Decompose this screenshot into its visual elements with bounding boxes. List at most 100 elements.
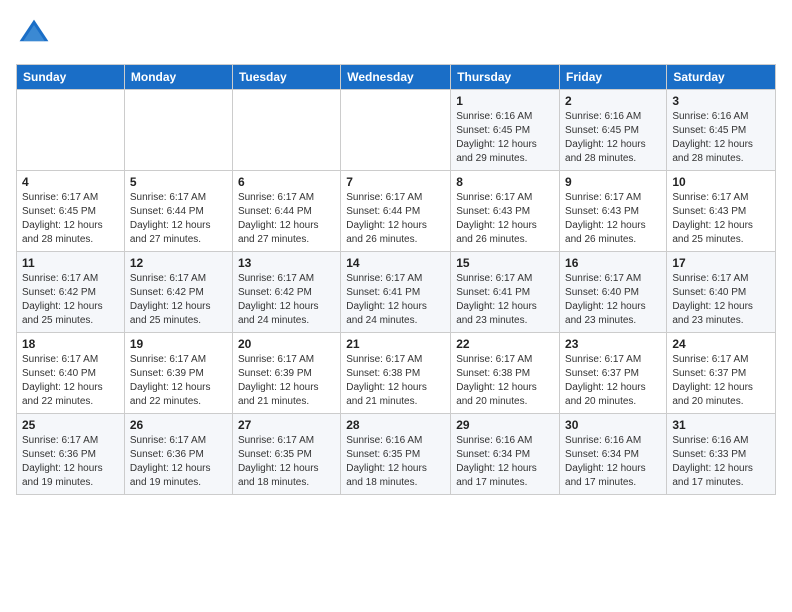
day-number: 20 bbox=[238, 337, 335, 351]
day-info: Sunrise: 6:17 AM Sunset: 6:38 PM Dayligh… bbox=[456, 353, 554, 409]
day-info: Sunrise: 6:17 AM Sunset: 6:42 PM Dayligh… bbox=[22, 272, 119, 328]
calendar-cell: 11 Sunrise: 6:17 AM Sunset: 6:42 PM Dayli… bbox=[17, 252, 125, 333]
day-number: 22 bbox=[456, 337, 554, 351]
calendar-cell: 18 Sunrise: 6:17 AM Sunset: 6:40 PM Dayli… bbox=[17, 333, 125, 414]
day-info: Sunrise: 6:17 AM Sunset: 6:41 PM Dayligh… bbox=[346, 272, 445, 328]
day-info: Sunrise: 6:16 AM Sunset: 6:34 PM Dayligh… bbox=[565, 434, 661, 490]
calendar-cell: 1 Sunrise: 6:16 AM Sunset: 6:45 PM Daylig… bbox=[451, 90, 560, 171]
day-info: Sunrise: 6:17 AM Sunset: 6:44 PM Dayligh… bbox=[238, 191, 335, 247]
calendar-cell: 20 Sunrise: 6:17 AM Sunset: 6:39 PM Dayli… bbox=[232, 333, 340, 414]
day-number: 7 bbox=[346, 175, 445, 189]
day-info: Sunrise: 6:16 AM Sunset: 6:45 PM Dayligh… bbox=[456, 110, 554, 166]
calendar-cell: 3Sunrise: 6:16 AM Sunset: 6:45 PM Daylig… bbox=[667, 90, 776, 171]
day-number: 10 bbox=[672, 175, 770, 189]
calendar-week-4: 18 Sunrise: 6:17 AM Sunset: 6:40 PM Dayli… bbox=[17, 333, 776, 414]
day-number: 17 bbox=[672, 256, 770, 270]
day-number: 21 bbox=[346, 337, 445, 351]
day-number: 9 bbox=[565, 175, 661, 189]
day-number: 8 bbox=[456, 175, 554, 189]
day-number: 18 bbox=[22, 337, 119, 351]
col-header-sunday: Sunday bbox=[17, 65, 125, 90]
day-info: Sunrise: 6:17 AM Sunset: 6:40 PM Dayligh… bbox=[565, 272, 661, 328]
day-number: 30 bbox=[565, 418, 661, 432]
day-info: Sunrise: 6:17 AM Sunset: 6:36 PM Dayligh… bbox=[22, 434, 119, 490]
day-number: 26 bbox=[130, 418, 227, 432]
day-info: Sunrise: 6:17 AM Sunset: 6:43 PM Dayligh… bbox=[565, 191, 661, 247]
calendar-cell: 24 Sunrise: 6:17 AM Sunset: 6:37 PM Dayli… bbox=[667, 333, 776, 414]
day-info: Sunrise: 6:16 AM Sunset: 6:35 PM Dayligh… bbox=[346, 434, 445, 490]
col-header-wednesday: Wednesday bbox=[341, 65, 451, 90]
calendar-cell: 28 Sunrise: 6:16 AM Sunset: 6:35 PM Dayli… bbox=[341, 414, 451, 495]
day-info: Sunrise: 6:17 AM Sunset: 6:43 PM Dayligh… bbox=[456, 191, 554, 247]
calendar-header-row: SundayMondayTuesdayWednesdayThursdayFrid… bbox=[17, 65, 776, 90]
calendar-cell bbox=[124, 90, 232, 171]
calendar-cell: 8 Sunrise: 6:17 AM Sunset: 6:43 PM Daylig… bbox=[451, 171, 560, 252]
day-number: 11 bbox=[22, 256, 119, 270]
calendar-cell bbox=[17, 90, 125, 171]
day-number: 4 bbox=[22, 175, 119, 189]
day-info: Sunrise: 6:17 AM Sunset: 6:40 PM Dayligh… bbox=[22, 353, 119, 409]
day-number: 1 bbox=[456, 94, 554, 108]
day-info: Sunrise: 6:17 AM Sunset: 6:42 PM Dayligh… bbox=[130, 272, 227, 328]
col-header-thursday: Thursday bbox=[451, 65, 560, 90]
calendar-cell: 30 Sunrise: 6:16 AM Sunset: 6:34 PM Dayli… bbox=[560, 414, 667, 495]
calendar-cell: 16Sunrise: 6:17 AM Sunset: 6:40 PM Dayli… bbox=[560, 252, 667, 333]
day-info: Sunrise: 6:17 AM Sunset: 6:40 PM Dayligh… bbox=[672, 272, 770, 328]
calendar-cell: 29Sunrise: 6:16 AM Sunset: 6:34 PM Dayli… bbox=[451, 414, 560, 495]
day-info: Sunrise: 6:17 AM Sunset: 6:39 PM Dayligh… bbox=[238, 353, 335, 409]
day-number: 6 bbox=[238, 175, 335, 189]
calendar-cell: 15 Sunrise: 6:17 AM Sunset: 6:41 PM Dayli… bbox=[451, 252, 560, 333]
calendar-cell: 13 Sunrise: 6:17 AM Sunset: 6:42 PM Dayli… bbox=[232, 252, 340, 333]
logo bbox=[16, 16, 56, 52]
day-info: Sunrise: 6:17 AM Sunset: 6:42 PM Dayligh… bbox=[238, 272, 335, 328]
calendar-cell: 10Sunrise: 6:17 AM Sunset: 6:43 PM Dayli… bbox=[667, 171, 776, 252]
day-number: 27 bbox=[238, 418, 335, 432]
col-header-monday: Monday bbox=[124, 65, 232, 90]
page: SundayMondayTuesdayWednesdayThursdayFrid… bbox=[0, 0, 792, 511]
day-info: Sunrise: 6:17 AM Sunset: 6:37 PM Dayligh… bbox=[565, 353, 661, 409]
calendar-cell: 2 Sunrise: 6:16 AM Sunset: 6:45 PM Daylig… bbox=[560, 90, 667, 171]
calendar-week-2: 4 Sunrise: 6:17 AM Sunset: 6:45 PM Daylig… bbox=[17, 171, 776, 252]
calendar-cell: 22 Sunrise: 6:17 AM Sunset: 6:38 PM Dayli… bbox=[451, 333, 560, 414]
day-number: 3 bbox=[672, 94, 770, 108]
day-number: 13 bbox=[238, 256, 335, 270]
day-number: 19 bbox=[130, 337, 227, 351]
calendar-cell: 19 Sunrise: 6:17 AM Sunset: 6:39 PM Dayli… bbox=[124, 333, 232, 414]
day-number: 14 bbox=[346, 256, 445, 270]
day-info: Sunrise: 6:17 AM Sunset: 6:41 PM Dayligh… bbox=[456, 272, 554, 328]
calendar-cell: 14 Sunrise: 6:17 AM Sunset: 6:41 PM Dayli… bbox=[341, 252, 451, 333]
day-info: Sunrise: 6:17 AM Sunset: 6:44 PM Dayligh… bbox=[346, 191, 445, 247]
calendar-week-5: 25 Sunrise: 6:17 AM Sunset: 6:36 PM Dayli… bbox=[17, 414, 776, 495]
calendar-cell: 4 Sunrise: 6:17 AM Sunset: 6:45 PM Daylig… bbox=[17, 171, 125, 252]
calendar-cell: 27 Sunrise: 6:17 AM Sunset: 6:35 PM Dayli… bbox=[232, 414, 340, 495]
day-number: 12 bbox=[130, 256, 227, 270]
calendar-cell: 12 Sunrise: 6:17 AM Sunset: 6:42 PM Dayli… bbox=[124, 252, 232, 333]
calendar-cell bbox=[232, 90, 340, 171]
calendar-cell: 26 Sunrise: 6:17 AM Sunset: 6:36 PM Dayli… bbox=[124, 414, 232, 495]
calendar-cell bbox=[341, 90, 451, 171]
day-info: Sunrise: 6:17 AM Sunset: 6:44 PM Dayligh… bbox=[130, 191, 227, 247]
calendar-week-1: 1 Sunrise: 6:16 AM Sunset: 6:45 PM Daylig… bbox=[17, 90, 776, 171]
day-info: Sunrise: 6:17 AM Sunset: 6:36 PM Dayligh… bbox=[130, 434, 227, 490]
calendar-cell: 9 Sunrise: 6:17 AM Sunset: 6:43 PM Daylig… bbox=[560, 171, 667, 252]
calendar-cell: 7 Sunrise: 6:17 AM Sunset: 6:44 PM Daylig… bbox=[341, 171, 451, 252]
day-number: 24 bbox=[672, 337, 770, 351]
day-info: Sunrise: 6:17 AM Sunset: 6:35 PM Dayligh… bbox=[238, 434, 335, 490]
day-info: Sunrise: 6:17 AM Sunset: 6:37 PM Dayligh… bbox=[672, 353, 770, 409]
day-info: Sunrise: 6:16 AM Sunset: 6:45 PM Dayligh… bbox=[565, 110, 661, 166]
day-number: 15 bbox=[456, 256, 554, 270]
day-info: Sunrise: 6:17 AM Sunset: 6:39 PM Dayligh… bbox=[130, 353, 227, 409]
logo-icon bbox=[16, 16, 52, 52]
day-number: 2 bbox=[565, 94, 661, 108]
calendar-cell: 17 Sunrise: 6:17 AM Sunset: 6:40 PM Dayli… bbox=[667, 252, 776, 333]
calendar-cell: 5 Sunrise: 6:17 AM Sunset: 6:44 PM Daylig… bbox=[124, 171, 232, 252]
calendar-cell: 25 Sunrise: 6:17 AM Sunset: 6:36 PM Dayli… bbox=[17, 414, 125, 495]
day-number: 5 bbox=[130, 175, 227, 189]
day-number: 28 bbox=[346, 418, 445, 432]
day-number: 25 bbox=[22, 418, 119, 432]
day-info: Sunrise: 6:16 AM Sunset: 6:33 PM Dayligh… bbox=[672, 434, 770, 490]
day-info: Sunrise: 6:16 AM Sunset: 6:34 PM Dayligh… bbox=[456, 434, 554, 490]
calendar-cell: 6 Sunrise: 6:17 AM Sunset: 6:44 PM Daylig… bbox=[232, 171, 340, 252]
day-number: 23 bbox=[565, 337, 661, 351]
day-info: Sunrise: 6:17 AM Sunset: 6:45 PM Dayligh… bbox=[22, 191, 119, 247]
